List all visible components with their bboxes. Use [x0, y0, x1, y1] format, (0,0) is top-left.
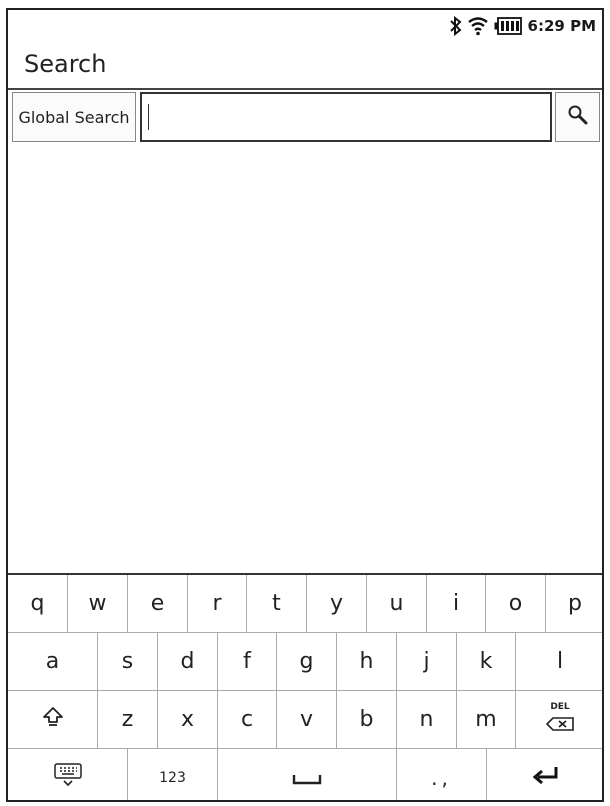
- key-p[interactable]: p: [546, 575, 602, 633]
- key-l[interactable]: l: [516, 633, 602, 691]
- key-y[interactable]: y: [307, 575, 367, 633]
- key-z[interactable]: z: [98, 691, 158, 749]
- screen: 6:29 PM Search Global Search q w e r t y…: [6, 8, 604, 802]
- key-g[interactable]: g: [277, 633, 337, 691]
- space-icon: [292, 766, 322, 791]
- search-scope-button[interactable]: Global Search: [12, 92, 136, 142]
- page-title: Search: [24, 50, 107, 78]
- key-u[interactable]: u: [367, 575, 427, 633]
- enter-icon: [532, 765, 560, 791]
- soft-keyboard: q w e r t y u i o p a s d f g h j k l z …: [8, 573, 602, 800]
- status-time: 6:29 PM: [527, 17, 596, 35]
- space-key[interactable]: [218, 749, 397, 800]
- search-input[interactable]: [140, 92, 552, 142]
- key-b[interactable]: b: [337, 691, 397, 749]
- status-bar: 6:29 PM: [449, 12, 596, 40]
- wifi-icon: [467, 16, 488, 36]
- backspace-icon: [545, 712, 574, 737]
- bluetooth-icon: [449, 16, 462, 36]
- key-v[interactable]: v: [277, 691, 337, 749]
- key-f[interactable]: f: [218, 633, 277, 691]
- key-t[interactable]: t: [247, 575, 307, 633]
- key-d[interactable]: d: [158, 633, 218, 691]
- key-n[interactable]: n: [397, 691, 457, 749]
- key-s[interactable]: s: [98, 633, 158, 691]
- key-h[interactable]: h: [337, 633, 397, 691]
- search-icon: [567, 104, 589, 130]
- keyboard-hide-icon: [53, 763, 83, 793]
- title-divider: [8, 88, 602, 90]
- delete-key[interactable]: DEL: [516, 691, 602, 749]
- punctuation-key[interactable]: .,: [397, 749, 487, 800]
- key-m[interactable]: m: [457, 691, 516, 749]
- delete-label: DEL: [550, 702, 570, 712]
- key-r[interactable]: r: [188, 575, 247, 633]
- key-w[interactable]: w: [68, 575, 128, 633]
- shift-icon: [42, 706, 64, 734]
- key-k[interactable]: k: [457, 633, 516, 691]
- key-x[interactable]: x: [158, 691, 218, 749]
- shift-key[interactable]: [8, 691, 98, 749]
- battery-icon: [494, 17, 522, 35]
- hide-keyboard-key[interactable]: [8, 749, 128, 800]
- key-a[interactable]: a: [8, 633, 98, 691]
- text-caret: [148, 104, 149, 130]
- key-c[interactable]: c: [218, 691, 277, 749]
- key-i[interactable]: i: [427, 575, 486, 633]
- enter-key[interactable]: [487, 749, 602, 800]
- search-button[interactable]: [555, 92, 600, 142]
- key-o[interactable]: o: [486, 575, 546, 633]
- key-j[interactable]: j: [397, 633, 457, 691]
- key-e[interactable]: e: [128, 575, 188, 633]
- numbers-key[interactable]: 123: [128, 749, 218, 800]
- key-q[interactable]: q: [8, 575, 68, 633]
